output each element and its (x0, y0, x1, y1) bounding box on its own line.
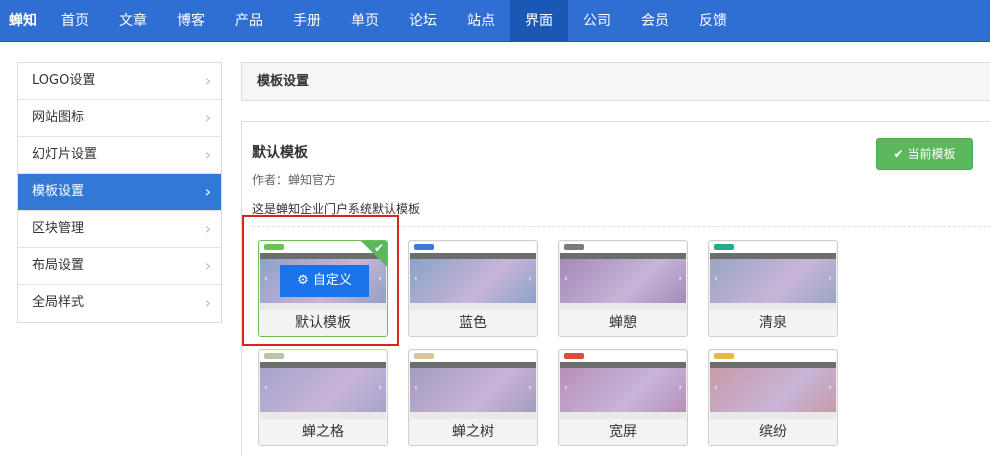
gear-icon: ⚙ (297, 273, 309, 288)
main-nav: 首页 文章 博客 产品 手册 单页 论坛 站点 界面 公司 会员 反馈 (46, 0, 742, 42)
brand-logo[interactable]: 蝉知 (0, 0, 46, 42)
sidebar-item[interactable]: LOGO设置 › (18, 63, 221, 100)
nav-item[interactable]: 产品 (220, 0, 278, 42)
template-card[interactable]: ‹ › 蝉憩 (558, 240, 688, 337)
template-author: 作者：蝉知官方 (252, 173, 337, 187)
sidebar-item-label: LOGO设置 (32, 73, 96, 88)
template-card-label: 蝉之树 (409, 419, 537, 445)
template-card[interactable]: ‹ › ✔ ⚙ 自定义 默认模板 (258, 240, 388, 337)
nav-item[interactable]: 反馈 (684, 0, 742, 42)
template-card-label: 默认模板 (259, 310, 387, 336)
template-thumbnail: ‹ › (710, 242, 836, 311)
sidebar-item[interactable]: 布局设置 › (18, 248, 221, 285)
nav-item[interactable]: 手册 (278, 0, 336, 42)
sidebar-item-label: 模板设置 (32, 184, 85, 199)
template-thumbnail: ‹ › (410, 242, 536, 311)
template-card-label: 蓝色 (409, 310, 537, 336)
template-thumbnail: ‹ › (260, 351, 386, 420)
divider (252, 226, 990, 227)
template-description: 这是蝉知企业门户系统默认模板 (252, 202, 421, 216)
nav-item[interactable]: 站点 (452, 0, 510, 42)
template-card[interactable]: ‹ › 蓝色 (408, 240, 538, 337)
template-name: 默认模板 (252, 145, 308, 161)
template-card-label: 蝉憩 (559, 310, 687, 336)
sidebar-item[interactable]: 幻灯片设置 › (18, 137, 221, 174)
sidebar-item-label: 布局设置 (32, 258, 85, 273)
sidebar-item[interactable]: 网站图标 › (18, 100, 221, 137)
section-title: 模板设置 (257, 74, 310, 89)
settings-sidebar: LOGO设置 › 网站图标 › 幻灯片设置 › 模板设置 › 区块管理 › 布局设置 › 全局样式 › (17, 62, 222, 323)
template-card[interactable]: ‹ › 蝉之树 (408, 349, 538, 446)
template-card[interactable]: ‹ › 宽屏 (558, 349, 688, 446)
top-navbar: 蝉知 首页 文章 博客 产品 手册 单页 论坛 站点 界面 公司 会员 反馈 (0, 0, 990, 42)
template-card[interactable]: ‹ › 缤纷 (708, 349, 838, 446)
check-icon: ✔ (893, 147, 904, 161)
sidebar-item-label: 全局样式 (32, 295, 85, 310)
template-thumbnail: ‹ › (560, 242, 686, 311)
chevron-right-icon: › (204, 293, 211, 312)
template-thumbnail: ‹ › (710, 351, 836, 420)
sidebar-item-label: 区块管理 (32, 221, 85, 236)
nav-item[interactable]: 单页 (336, 0, 394, 42)
template-card-label: 蝉之格 (259, 419, 387, 445)
current-template-label: 当前模板 (907, 147, 956, 161)
sidebar-item[interactable]: 模板设置 › (18, 174, 221, 211)
template-card-label: 宽屏 (559, 419, 687, 445)
chevron-right-icon: › (204, 182, 211, 201)
template-card[interactable]: ‹ › 清泉 (708, 240, 838, 337)
chevron-right-icon: › (204, 108, 211, 127)
current-template-button[interactable]: ✔ 当前模板 (876, 138, 973, 170)
customize-button[interactable]: ⚙ 自定义 (280, 265, 369, 297)
nav-item[interactable]: 论坛 (394, 0, 452, 42)
customize-label: 自定义 (312, 273, 352, 288)
check-icon: ✔ (373, 241, 384, 255)
template-card-label: 清泉 (709, 310, 837, 336)
nav-item[interactable]: 博客 (162, 0, 220, 42)
nav-item[interactable]: 文章 (104, 0, 162, 42)
sidebar-item-label: 网站图标 (32, 110, 85, 125)
section-header: 模板设置 (241, 62, 990, 101)
nav-item[interactable]: 界面 (510, 0, 568, 42)
nav-item[interactable]: 会员 (626, 0, 684, 42)
template-thumbnail: ‹ › (560, 351, 686, 420)
sidebar-item[interactable]: 区块管理 › (18, 211, 221, 248)
chevron-right-icon: › (204, 256, 211, 275)
template-thumbnail: ‹ › (410, 351, 536, 420)
sidebar-item-label: 幻灯片设置 (32, 147, 98, 162)
chevron-right-icon: › (204, 219, 211, 238)
sidebar-item[interactable]: 全局样式 › (18, 285, 221, 322)
template-card-label: 缤纷 (709, 419, 837, 445)
chevron-right-icon: › (204, 145, 211, 164)
nav-item[interactable]: 公司 (568, 0, 626, 42)
nav-item[interactable]: 首页 (46, 0, 104, 42)
chevron-right-icon: › (204, 71, 211, 90)
template-card[interactable]: ‹ › 蝉之格 (258, 349, 388, 446)
